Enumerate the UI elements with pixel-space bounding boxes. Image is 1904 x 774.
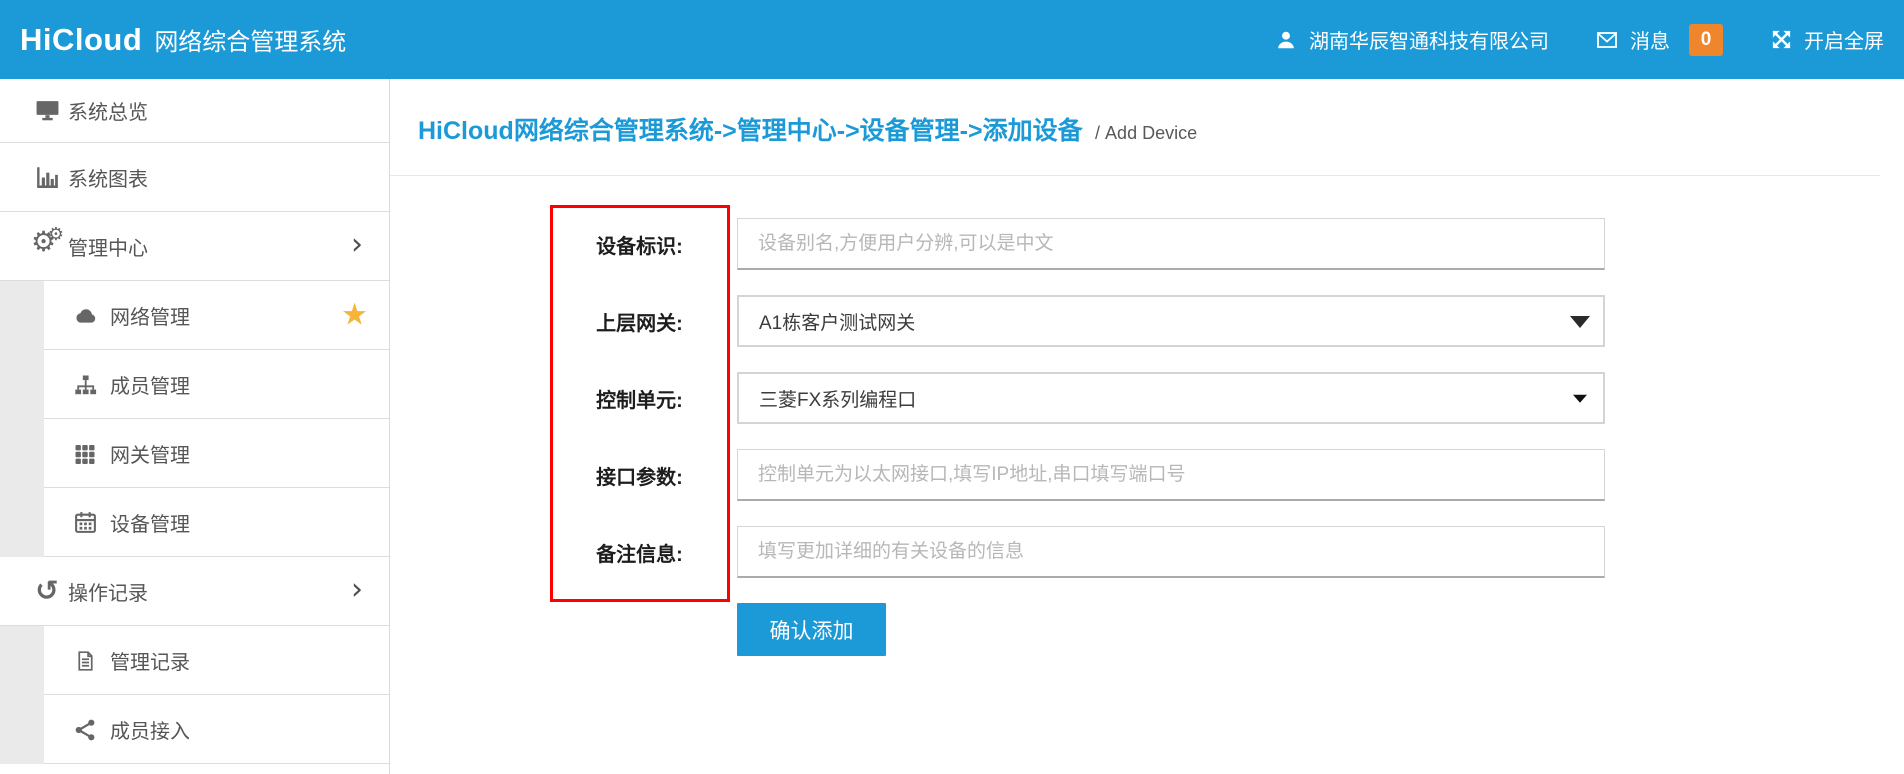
sidebar-item-label: 网关管理 (110, 439, 190, 468)
sidebar-item-operation-records[interactable]: ↺ 操作记录 › (0, 557, 389, 626)
chevron-right-icon: › (351, 572, 363, 607)
main-content: HiCloud网络综合管理系统->管理中心->设备管理->添加设备 / Add … (390, 79, 1904, 774)
remarks-label: 备注信息: (550, 538, 729, 567)
calendar-icon (71, 510, 99, 536)
interface-params-input[interactable] (737, 449, 1605, 501)
device-name-input[interactable] (737, 218, 1605, 270)
dropdown-arrow-icon (1573, 395, 1587, 403)
message-count-badge: 0 (1689, 24, 1723, 56)
company-name: 湖南华辰智通科技有限公司 (1309, 25, 1549, 54)
sidebar-item-label: 系统总览 (68, 96, 148, 125)
messages-button[interactable]: 消息 0 (1593, 24, 1723, 56)
dropdown-arrow-icon (1570, 316, 1590, 328)
app-window: HiCloud 网络综合管理系统 湖南华辰智通科技有限公司 消息 0 (0, 0, 1904, 774)
sidebar-item-label: 管理中心 (68, 232, 148, 261)
topbar-actions: 湖南华辰智通科技有限公司 消息 0 开启全屏 (1272, 24, 1884, 56)
fullscreen-label: 开启全屏 (1804, 25, 1884, 54)
brand-subtitle: 网络综合管理系统 (154, 22, 346, 57)
chevron-right-icon: › (351, 227, 363, 262)
add-device-form: 设备标识: 上层网关: A1栋客户测试网关 控制单元: (390, 176, 1904, 656)
sidebar-item-label: 网络管理 (110, 301, 190, 330)
sidebar-item-label: 管理记录 (110, 646, 190, 675)
messages-label: 消息 (1630, 25, 1670, 54)
fullscreen-button[interactable]: 开启全屏 (1767, 25, 1884, 54)
star-icon: ★ (341, 300, 368, 330)
sidebar-item-device-management[interactable]: 设备管理 (0, 488, 389, 557)
upper-gateway-label: 上层网关: (550, 307, 729, 336)
cloud-icon (71, 303, 99, 329)
sidebar-menu: 系统总览 系统图表 ⚙⚙ 管理中心 › (0, 79, 389, 764)
sidebar-item-network-management[interactable]: 网络管理 ★ (0, 281, 389, 350)
history-icon: ↺ (33, 578, 61, 604)
user-icon (1272, 27, 1300, 53)
form-row-control-unit: 控制单元: 三菱FX系列编程口 (390, 372, 1904, 424)
sidebar-item-label: 成员管理 (110, 370, 190, 399)
sidebar-item-management-records[interactable]: 管理记录 (0, 626, 389, 695)
brand-name: HiCloud (20, 22, 142, 58)
grid-icon (71, 441, 99, 467)
sidebar-item-member-management[interactable]: 成员管理 (0, 350, 389, 419)
sidebar: 系统总览 系统图表 ⚙⚙ 管理中心 › (0, 79, 390, 774)
remarks-input[interactable] (737, 526, 1605, 578)
confirm-add-button[interactable]: 确认添加 (737, 603, 886, 656)
envelope-icon (1593, 27, 1621, 53)
device-name-label: 设备标识: (550, 230, 729, 259)
sidebar-item-gateway-management[interactable]: 网关管理 (0, 419, 389, 488)
sidebar-item-label: 设备管理 (110, 508, 190, 537)
expand-icon (1767, 27, 1795, 53)
form-row-device-name: 设备标识: (390, 218, 1904, 270)
breadcrumb-path: HiCloud网络综合管理系统->管理中心->设备管理->添加设备 (418, 117, 1083, 145)
sidebar-item-label: 操作记录 (68, 577, 148, 606)
sidebar-item-system-charts[interactable]: 系统图表 (0, 143, 389, 212)
share-icon (71, 717, 99, 743)
control-unit-value: 三菱FX系列编程口 (759, 385, 916, 412)
form-row-upper-gateway: 上层网关: A1栋客户测试网关 (390, 295, 1904, 347)
desktop-icon (33, 98, 61, 124)
app-logo: HiCloud 网络综合管理系统 (20, 22, 346, 58)
gears-icon: ⚙⚙ (33, 233, 61, 259)
company-account-menu[interactable]: 湖南华辰智通科技有限公司 (1272, 25, 1549, 54)
topbar: HiCloud 网络综合管理系统 湖南华辰智通科技有限公司 消息 0 (0, 0, 1904, 79)
interface-params-label: 接口参数: (550, 461, 729, 490)
upper-gateway-value: A1栋客户测试网关 (759, 308, 915, 335)
sidebar-item-label: 成员接入 (110, 715, 190, 744)
control-unit-select[interactable]: 三菱FX系列编程口 (737, 372, 1605, 424)
control-unit-label: 控制单元: (550, 384, 729, 413)
form-row-remarks: 备注信息: (390, 526, 1904, 578)
sidebar-item-member-access[interactable]: 成员接入 (0, 695, 389, 764)
sidebar-item-system-overview[interactable]: 系统总览 (0, 79, 389, 143)
breadcrumb: HiCloud网络综合管理系统->管理中心->设备管理->添加设备 / Add … (390, 79, 1880, 176)
sidebar-item-management-center[interactable]: ⚙⚙ 管理中心 › (0, 212, 389, 281)
form-row-interface-params: 接口参数: (390, 449, 1904, 501)
breadcrumb-suffix: / Add Device (1095, 123, 1197, 143)
sidebar-item-label: 系统图表 (68, 163, 148, 192)
upper-gateway-select[interactable]: A1栋客户测试网关 (737, 295, 1605, 347)
file-text-icon (71, 648, 99, 674)
sitemap-icon (71, 372, 99, 398)
bar-chart-icon (33, 164, 61, 190)
